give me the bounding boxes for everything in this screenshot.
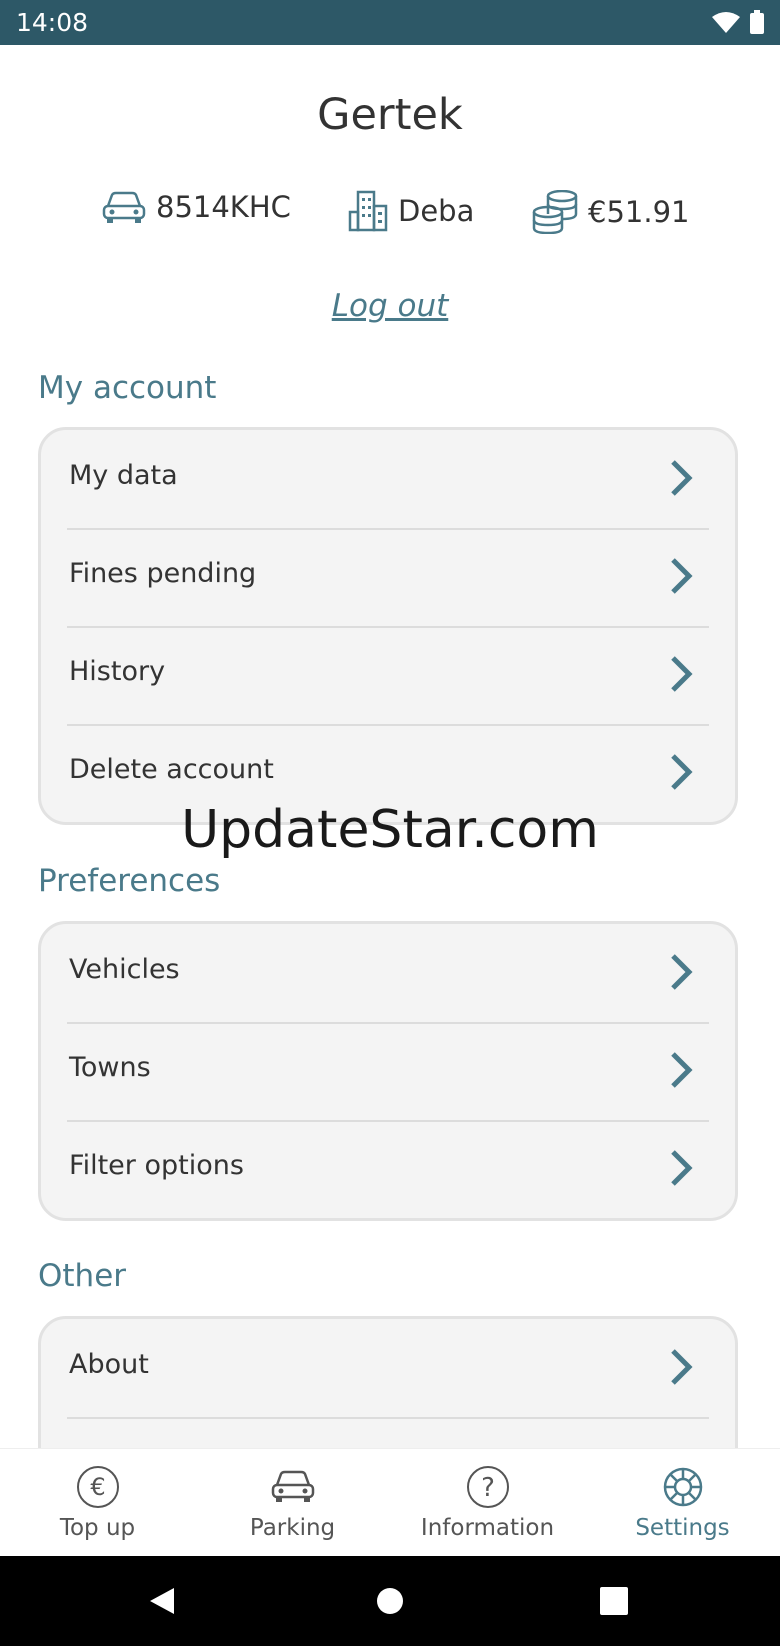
menu-item-my-data[interactable]: My data	[41, 430, 735, 528]
svg-text:€: €	[90, 1473, 105, 1501]
wifi-icon	[712, 12, 740, 33]
tab-label: Parking	[249, 1515, 336, 1541]
chevron-right-icon	[671, 1052, 693, 1088]
user-name: Gertek	[317, 90, 463, 140]
tab-label: Information	[420, 1515, 555, 1541]
tab-settings[interactable]: Settings	[585, 1449, 780, 1557]
battery-icon	[750, 10, 764, 34]
town-info: Deba	[348, 190, 474, 232]
menu-item-label: Delete account	[69, 754, 274, 785]
section-title-other: Other	[38, 1258, 127, 1294]
plate-number: 8514KHC	[156, 190, 291, 224]
other-card: About	[38, 1316, 738, 1448]
chevron-right-icon	[671, 1349, 693, 1385]
status-bar: 14:08	[0, 0, 780, 45]
chevron-right-icon	[671, 656, 693, 692]
settings-content[interactable]: Gertek 8514KHC Deba €51.91 Log out My ac…	[0, 45, 780, 1448]
menu-item-about[interactable]: About	[41, 1319, 735, 1417]
tab-label: Top up	[59, 1515, 136, 1541]
menu-item-towns[interactable]: Towns	[41, 1022, 735, 1120]
chevron-right-icon	[671, 754, 693, 790]
menu-item-label: Filter options	[69, 1150, 244, 1181]
car-icon	[102, 191, 146, 223]
system-nav-bar	[0, 1556, 780, 1646]
menu-item-vehicles[interactable]: Vehicles	[41, 924, 735, 1022]
watermark: UpdateStar.com	[181, 800, 599, 860]
chevron-right-icon	[671, 1150, 693, 1186]
section-title-my-account: My account	[38, 370, 217, 406]
chevron-right-icon	[671, 954, 693, 990]
plate-info: 8514KHC	[102, 190, 291, 224]
menu-item-label: Vehicles	[69, 954, 180, 985]
settings-wheel-icon	[663, 1467, 703, 1507]
status-icons	[712, 10, 764, 34]
bottom-tab-bar: € Top up Parking ? Information Settings	[0, 1448, 780, 1557]
menu-item-label: My data	[69, 460, 178, 491]
logout-link[interactable]: Log out	[0, 288, 780, 324]
preferences-card: Vehicles Towns Filter options	[38, 921, 738, 1221]
coins-icon	[532, 190, 578, 234]
car-icon	[271, 1470, 315, 1502]
menu-item-label: Fines pending	[69, 558, 257, 589]
tab-label: Settings	[635, 1515, 730, 1541]
menu-item-label: History	[69, 656, 166, 687]
question-icon: ?	[467, 1466, 509, 1508]
buildings-icon	[348, 190, 388, 232]
chevron-right-icon	[671, 460, 693, 496]
menu-item-label: About	[69, 1349, 149, 1380]
menu-item-fines-pending[interactable]: Fines pending	[41, 528, 735, 626]
tab-top-up[interactable]: € Top up	[0, 1449, 195, 1557]
menu-item-history[interactable]: History	[41, 626, 735, 724]
my-account-card: My data Fines pending History Delete acc…	[38, 427, 738, 825]
section-title-preferences: Preferences	[38, 863, 221, 899]
back-icon[interactable]	[148, 1586, 176, 1616]
menu-item-label: Towns	[69, 1052, 151, 1083]
tab-parking[interactable]: Parking	[195, 1449, 390, 1557]
chevron-right-icon	[671, 558, 693, 594]
tab-information[interactable]: ? Information	[390, 1449, 585, 1557]
town-name: Deba	[398, 194, 475, 228]
status-time: 14:08	[16, 8, 89, 37]
euro-icon: €	[77, 1466, 119, 1508]
svg-text:?: ?	[481, 1473, 495, 1503]
home-icon[interactable]	[376, 1587, 404, 1615]
balance-amount: €51.91	[588, 195, 690, 229]
menu-item-partial[interactable]	[41, 1417, 735, 1448]
recents-icon[interactable]	[600, 1587, 628, 1615]
balance-info: €51.91	[532, 190, 689, 234]
menu-item-filter-options[interactable]: Filter options	[41, 1120, 735, 1218]
